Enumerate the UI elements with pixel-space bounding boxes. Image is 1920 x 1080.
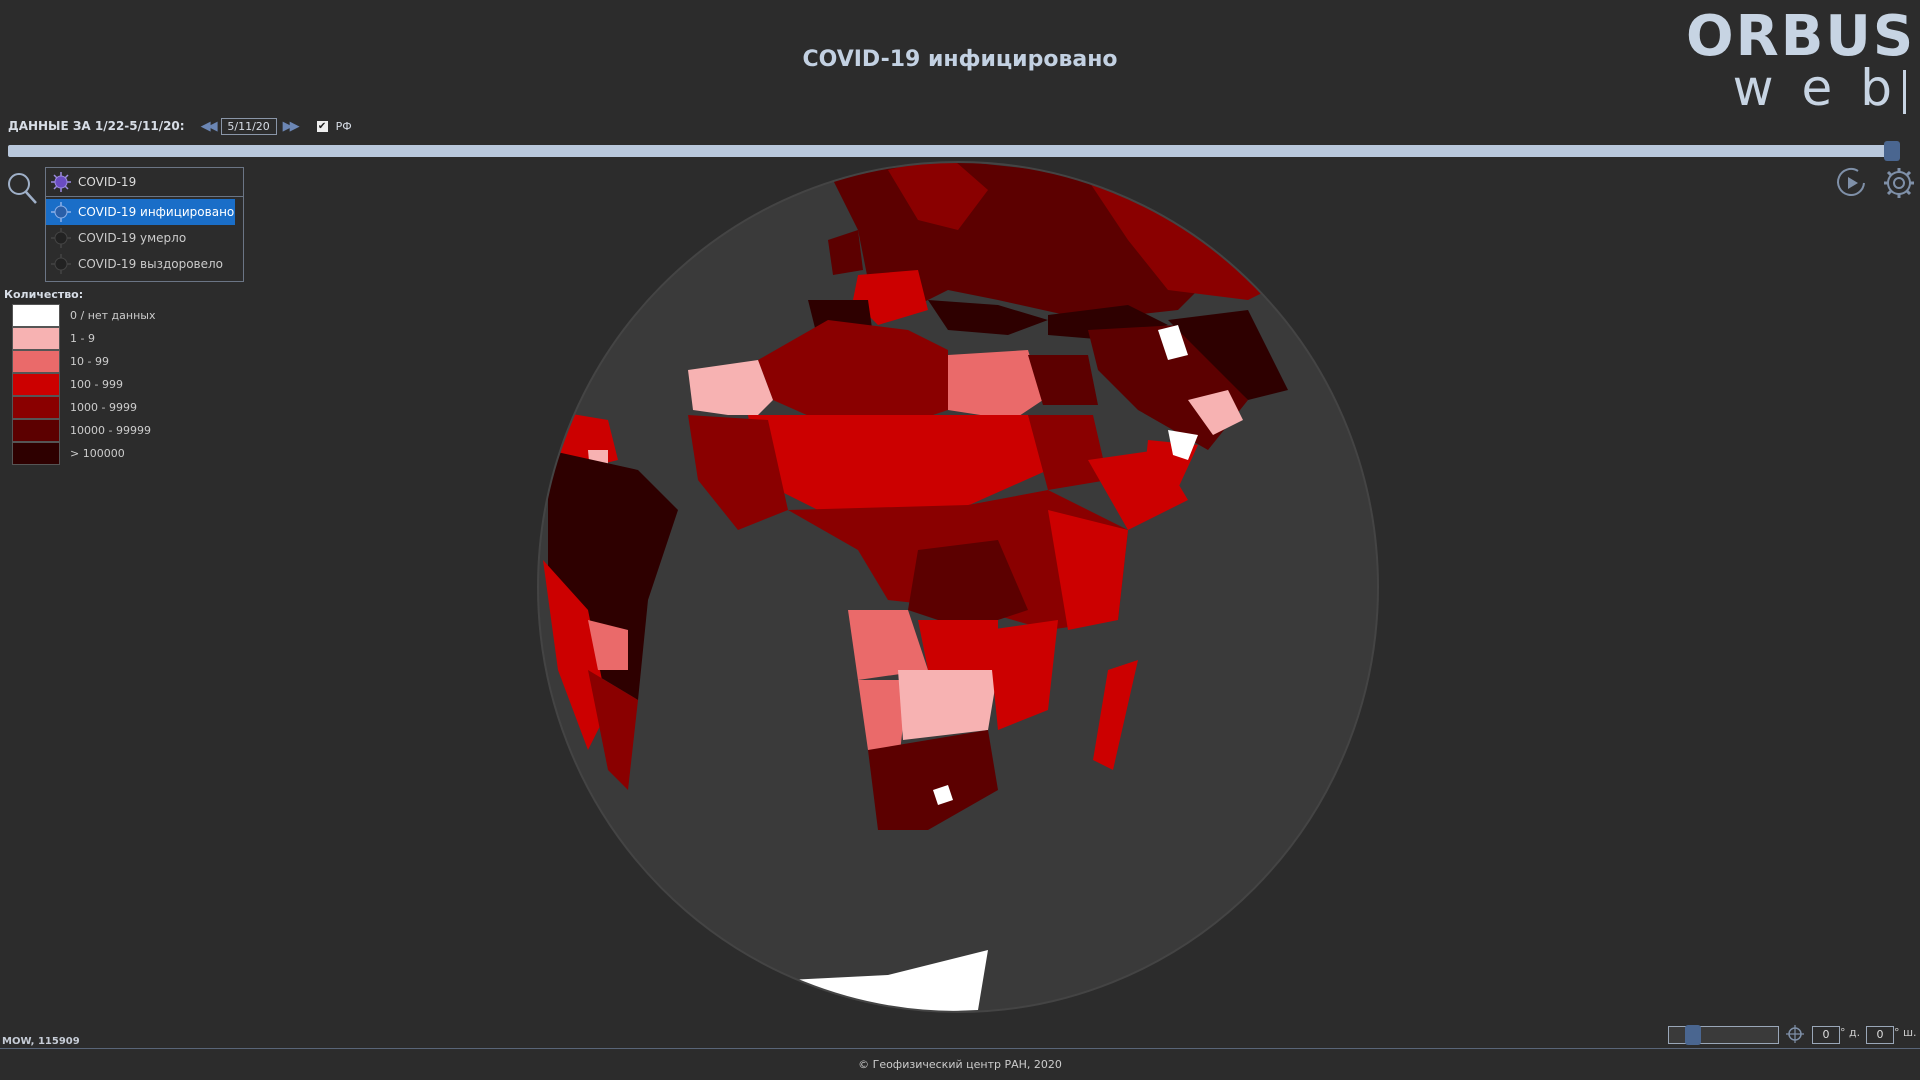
legend-label: 10 - 99: [70, 355, 109, 368]
legend-swatch: [12, 396, 60, 419]
longitude-input[interactable]: 0: [1812, 1026, 1840, 1044]
data-range-label: ДАННЫЕ ЗА 1/22-5/11/20:: [8, 119, 185, 133]
legend-label: 1 - 9: [70, 332, 95, 345]
logo-text-orbus: ORBUS: [1686, 4, 1916, 69]
rf-checkbox[interactable]: ✔: [316, 120, 328, 132]
legend-item: 1 - 9: [4, 327, 156, 350]
copyright: © Геофизический центр РАН, 2020: [858, 1058, 1062, 1071]
legend-swatch: [12, 442, 60, 465]
animation-play-icon[interactable]: [1834, 166, 1870, 200]
orbus-logo: ORBUS web: [1686, 4, 1916, 114]
dropdown-option-infected[interactable]: COVID-19 инфицировано: [46, 199, 235, 225]
longitude-unit: ° д.: [1840, 1026, 1861, 1039]
footer-divider: [0, 1048, 1920, 1049]
dropdown-option-label: COVID-19 выздоровело: [78, 257, 224, 271]
globe-map[interactable]: [528, 150, 1388, 1020]
region-greenland[interactable]: [713, 150, 773, 185]
region-zambia[interactable]: [918, 620, 998, 670]
legend-title: Количество:: [4, 288, 84, 301]
rewind-icon[interactable]: ◀◀: [201, 119, 218, 134]
legend-item: 10 - 99: [4, 350, 156, 373]
region-botswana-zimbabwe[interactable]: [898, 670, 998, 740]
rf-label: РФ: [335, 119, 352, 133]
legend-label: 1000 - 9999: [70, 401, 137, 414]
region-western-sahara[interactable]: [688, 360, 773, 415]
legend-item: > 100000: [4, 442, 156, 465]
dropdown-option-label: COVID-19 умерло: [78, 231, 187, 245]
layer-select-value: COVID-19: [78, 175, 137, 189]
latitude-input[interactable]: 0: [1866, 1026, 1894, 1044]
virus-icon: [51, 228, 71, 248]
logo-bar: [1903, 70, 1906, 114]
timeline-thumb[interactable]: [1884, 141, 1900, 161]
date-field[interactable]: 5/11/20: [220, 117, 277, 135]
legend-swatch: [12, 373, 60, 396]
legend-label: 100 - 999: [70, 378, 123, 391]
legend-swatch: [12, 350, 60, 373]
legend-label: 0 / нет данных: [70, 309, 156, 322]
logo-text-web: web: [1732, 59, 1920, 117]
zoom-thumb[interactable]: [1685, 1025, 1701, 1045]
legend-swatch: [12, 419, 60, 442]
legend-label: 10000 - 99999: [70, 424, 151, 437]
legend: Количество: 0 / нет данных 1 - 9 10 - 99…: [4, 288, 156, 465]
dropdown-option-died[interactable]: COVID-19 умерло: [46, 225, 243, 251]
legend-swatch: [12, 327, 60, 350]
legend-item: 1000 - 9999: [4, 396, 156, 419]
data-controls: ДАННЫЕ ЗА 1/22-5/11/20: ◀◀ 5/11/20 ▶▶ ✔ …: [8, 116, 352, 136]
zoom-slider[interactable]: [1668, 1025, 1779, 1045]
region-libya[interactable]: [948, 350, 1043, 420]
dropdown-option-recovered[interactable]: COVID-19 выздоровело: [46, 251, 243, 277]
page-title: COVID-19 инфицировано: [802, 47, 1118, 72]
settings-gear-icon[interactable]: [1882, 166, 1916, 200]
virus-icon: [51, 172, 71, 192]
cursor-coordinates: MOW, 115909: [2, 1036, 80, 1047]
virus-icon: [51, 202, 71, 222]
latitude-unit: ° ш.: [1894, 1026, 1917, 1039]
layer-select[interactable]: COVID-19: [45, 167, 244, 197]
dropdown-option-label: COVID-19 инфицировано: [78, 205, 235, 219]
legend-item: 0 / нет данных: [4, 304, 156, 327]
fast-forward-icon[interactable]: ▶▶: [283, 119, 300, 134]
search-icon[interactable]: [6, 170, 38, 206]
legend-swatch: [12, 304, 60, 327]
legend-item: 10000 - 99999: [4, 419, 156, 442]
legend-label: > 100000: [70, 447, 125, 460]
legend-item: 100 - 999: [4, 373, 156, 396]
virus-icon: [51, 254, 71, 274]
crosshair-icon[interactable]: [1786, 1025, 1804, 1043]
layer-dropdown: COVID-19 инфицировано COVID-19 умерло CO…: [45, 197, 244, 282]
